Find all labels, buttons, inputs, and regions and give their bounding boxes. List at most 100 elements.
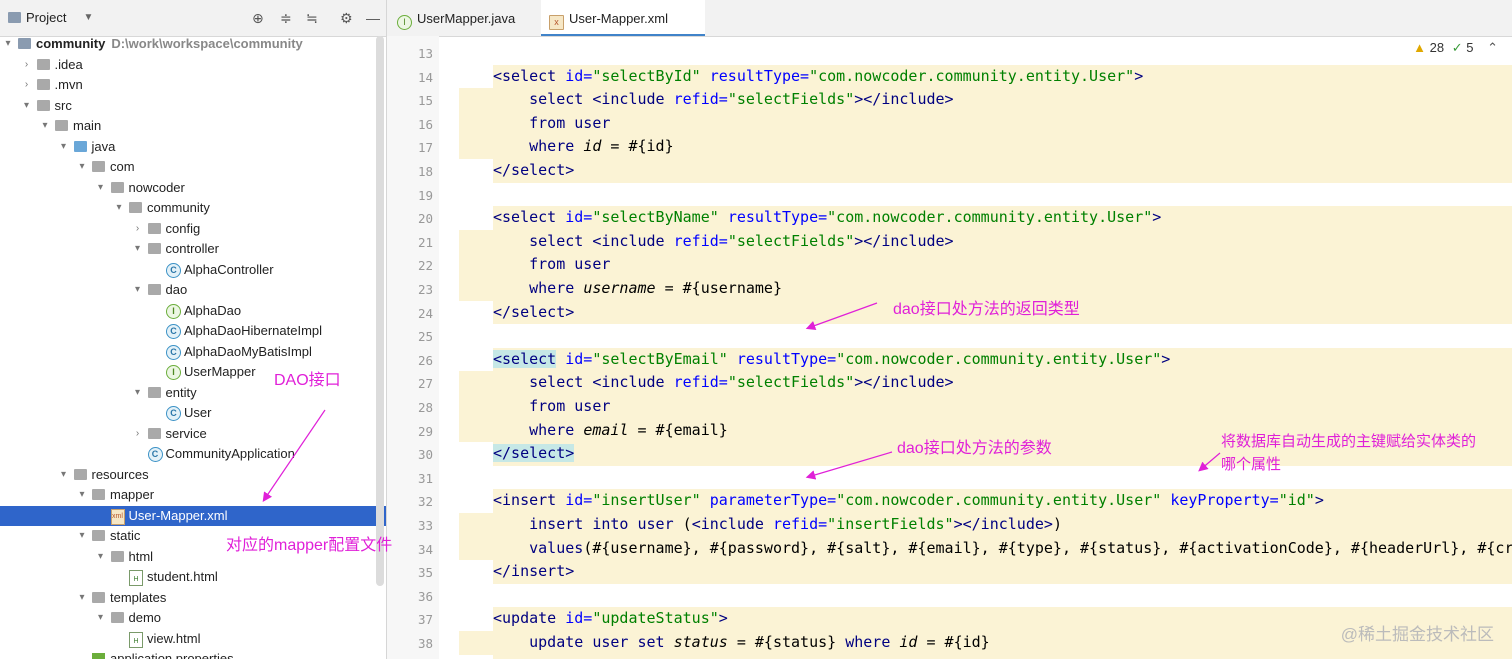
chevron-down-icon[interactable]: ▾ (76, 485, 88, 505)
tree-item-resources[interactable]: ▾ resources (0, 465, 386, 485)
tree-item-community[interactable]: ▾ community (0, 198, 386, 218)
tree-item-label: AlphaDaoHibernateImpl (184, 323, 323, 338)
tree-item-alphacontroller[interactable]: C AlphaController (0, 260, 386, 280)
chevron-down-icon[interactable]: ▾ (2, 34, 14, 54)
folder-icon (147, 222, 161, 234)
folder-icon (92, 489, 105, 500)
line-number: 22 (417, 258, 433, 274)
chevron-right-icon[interactable]: › (21, 55, 33, 75)
interface-icon: I (166, 365, 181, 380)
folder-icon (110, 181, 124, 193)
chevron-down-icon[interactable]: ▾ (76, 526, 88, 546)
chevron-right-icon[interactable]: › (132, 424, 144, 444)
tree-item-label: CommunityApplication (165, 446, 295, 461)
chevron-right-icon[interactable]: › (132, 219, 144, 239)
tab-usermapper-java[interactable]: I UserMapper.java (397, 0, 537, 36)
tab-user-mapper-xml[interactable]: x User-Mapper.xml (541, 0, 705, 36)
chevron-down-icon[interactable]: ▾ (58, 137, 70, 157)
tree-item-alphadaomybatisimpl[interactable]: C AlphaDaoMyBatisImpl (0, 342, 386, 362)
expand-icon[interactable]: ≒ (306, 10, 318, 27)
collapse-icon[interactable]: ≑ (280, 10, 292, 27)
warnings-count: 28 (1429, 40, 1445, 55)
tree-item-student-html[interactable]: Hstudent.html (0, 567, 386, 587)
annotation-dao-interface: DAO接口 (274, 372, 341, 389)
tree-item-community[interactable]: ▾ community D:\work\workspace\community (0, 34, 386, 54)
tree-item-label: resources (91, 466, 149, 482)
tree-item-alphadaohibernateimpl[interactable]: C AlphaDaoHibernateImpl (0, 321, 386, 341)
tree-item-user-mapper-xml[interactable]: xml User-Mapper.xml (0, 505, 386, 526)
tree-item--mvn[interactable]: › .mvn (0, 75, 386, 95)
chevron-down-icon[interactable]: ▾ (113, 198, 125, 218)
tree-item-user[interactable]: C User (0, 403, 386, 423)
line-number: 14 (417, 69, 433, 85)
chevron-down-icon[interactable]: ▾ (21, 96, 33, 116)
chevron-up-icon[interactable]: ⌃ (1487, 40, 1498, 55)
tree-item-label: nowcoder (128, 179, 185, 195)
gear-icon[interactable]: ⚙ (340, 10, 353, 27)
code-line: select <include refid="selectFields"></i… (529, 373, 954, 392)
tree-item-java[interactable]: ▾ java (0, 137, 386, 157)
tab-label: User-Mapper.xml (569, 11, 668, 26)
class-icon: C (166, 324, 181, 339)
annotation-key-property-2: 哪个属性 (1221, 456, 1282, 473)
tree-item-label: demo (128, 610, 162, 625)
tree-item--idea[interactable]: › .idea (0, 55, 386, 75)
locate-icon[interactable]: ⊕ (252, 10, 264, 27)
tree-item-view-html[interactable]: Hview.html (0, 629, 386, 649)
code-line: <insert id="insertUser" parameterType="c… (493, 491, 1324, 510)
chevron-down-icon[interactable]: ▾ (132, 239, 144, 259)
tree-item-config[interactable]: › config (0, 219, 386, 239)
tree-item-main[interactable]: ▾ main (0, 116, 386, 136)
annotation-return-type: dao接口处方法的返回类型 (893, 301, 1080, 318)
tree-item-label: html (128, 548, 154, 564)
tree-item-label: .mvn (54, 77, 83, 92)
code-line: </select> (493, 161, 575, 179)
chevron-down-icon[interactable]: ▾ (76, 157, 88, 177)
chevron-down-icon[interactable]: ▾ (132, 280, 144, 300)
ok-count: 5 (1466, 40, 1474, 55)
project-panel: Project ▼ ⊕ ≑ ≒ ⚙ — ▾ community D:\work\wo… (0, 0, 387, 659)
chevron-down-icon[interactable]: ▾ (39, 116, 51, 136)
tree-item-service[interactable]: › service (0, 424, 386, 444)
folder-icon (147, 386, 161, 398)
line-number: 30 (417, 447, 433, 463)
check-icon: ✓ (1451, 40, 1463, 55)
tree-item-controller[interactable]: ▾ controller (0, 239, 386, 259)
line-number: 13 (417, 46, 433, 61)
tree-item-application-properties[interactable]: application.properties (0, 649, 386, 659)
folder-icon (147, 243, 161, 254)
tree-item-dao[interactable]: ▾ dao (0, 280, 386, 300)
tree-item-com[interactable]: ▾ com (0, 157, 386, 177)
tree-item-alphadao[interactable]: I AlphaDao (0, 301, 386, 321)
tree-item-mapper[interactable]: ▾ mapper (0, 485, 386, 505)
chevron-right-icon[interactable]: › (21, 75, 33, 95)
line-number: 27 (417, 376, 433, 392)
folder-icon (92, 161, 105, 172)
code-line: </insert> (493, 562, 575, 581)
project-view-dropdown[interactable]: Project ▼ (8, 10, 93, 25)
tree-item-nowcoder[interactable]: ▾ nowcoder (0, 178, 386, 198)
code-line: values(#{username}, #{password}, #{salt}… (529, 538, 1512, 557)
code-line: from user (529, 255, 611, 274)
line-number: 26 (417, 352, 433, 368)
folder-icon (92, 530, 105, 541)
chevron-down-icon[interactable]: ▾ (95, 608, 107, 628)
tree-item-src[interactable]: ▾ src (0, 96, 386, 116)
hide-icon[interactable]: — (366, 10, 380, 26)
tree-item-label: student.html (147, 569, 218, 584)
scrollbar[interactable] (376, 36, 384, 586)
chevron-down-icon[interactable]: ▾ (95, 547, 107, 567)
chevron-down-icon[interactable]: ▾ (132, 383, 144, 403)
chevron-down-icon[interactable]: ▾ (58, 465, 70, 485)
chevron-down-icon[interactable]: ▾ (95, 178, 107, 198)
tree-item-demo[interactable]: ▾ demo (0, 608, 386, 628)
tree-item-communityapplication[interactable]: C CommunityApplication (0, 444, 386, 464)
tree-item-templates[interactable]: ▾ templates (0, 588, 386, 608)
chevron-down-icon[interactable]: ▾ (76, 588, 88, 608)
inspections-widget[interactable]: ▲ 28 ✓ 5 ⌃ (1413, 40, 1498, 56)
project-panel-header: Project ▼ ⊕ ≑ ≒ ⚙ — (0, 0, 386, 37)
code-line: <update id="updateStatus"> (493, 609, 728, 628)
line-number: 19 (417, 187, 433, 203)
line-number: 16 (417, 116, 433, 132)
xml-file-icon: xml (110, 508, 125, 525)
